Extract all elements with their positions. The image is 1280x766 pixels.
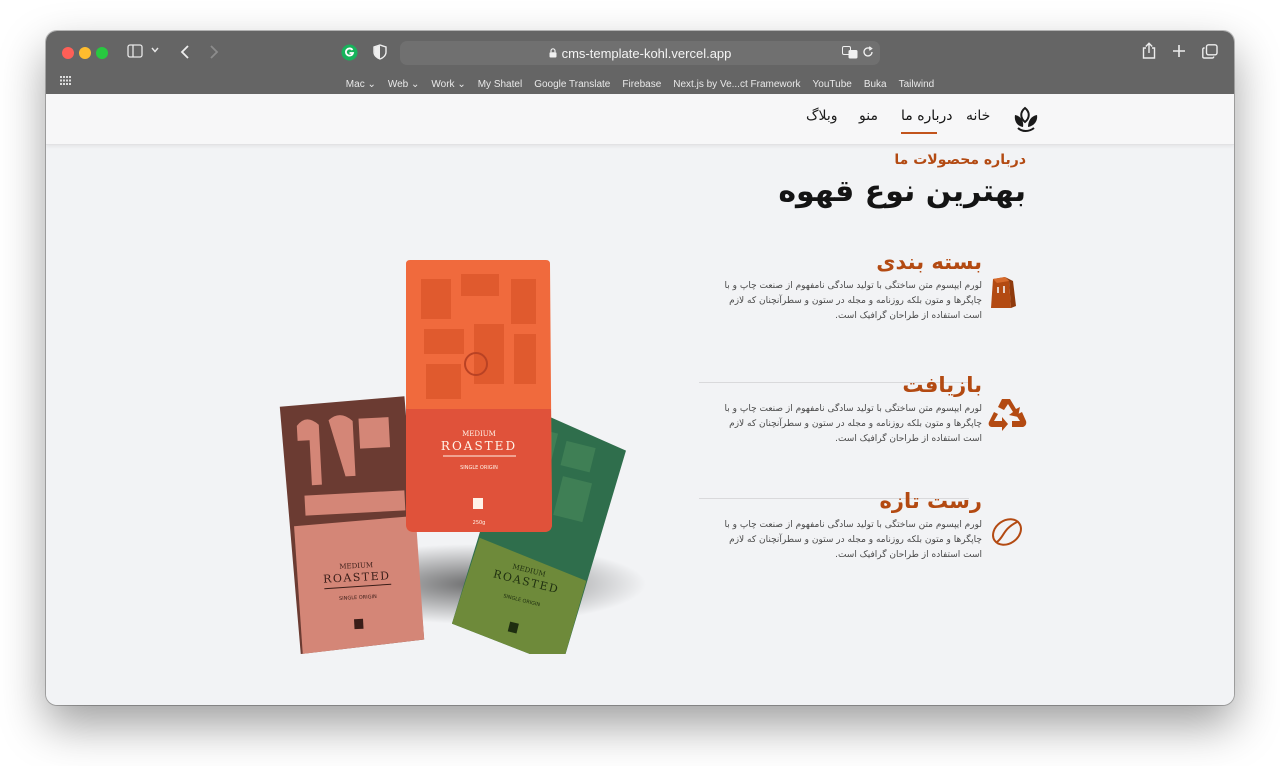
bookmark-my-shatel[interactable]: My Shatel (478, 79, 522, 90)
browser-window: cms-template-kohl.vercel.app Mac ⌄ Web ⌄… (46, 31, 1234, 705)
share-icon[interactable] (1142, 42, 1156, 59)
nav-active-indicator (901, 132, 937, 134)
back-icon[interactable] (180, 44, 190, 60)
nav-menu[interactable]: منو (859, 108, 878, 124)
center-bag-weight: 250g (473, 520, 486, 526)
translate-icon[interactable] (842, 46, 858, 62)
web-page: خانه درباره ما منو وبلاگ درباره محصولات … (46, 94, 1234, 705)
section-eyebrow: درباره محصولات ما (894, 152, 1026, 168)
nav-home[interactable]: خانه (966, 108, 990, 124)
feature-title: بسته بندی (876, 250, 982, 274)
browser-titlebar: cms-template-kohl.vercel.app Mac ⌄ Web ⌄… (46, 31, 1234, 94)
center-bag-line1: MEDIUM (462, 430, 496, 438)
feature-description: لورم ایپسوم متن ساختگی با تولید سادگی نا… (724, 281, 982, 321)
bookmark-firebase[interactable]: Firebase (622, 79, 661, 90)
coffee-bag-icon (987, 275, 1017, 314)
feature-description: لورم ایپسوم متن ساختگی با تولید سادگی نا… (724, 520, 982, 560)
bookmark-mac[interactable]: Mac ⌄ (346, 79, 376, 90)
bookmark-tailwind[interactable]: Tailwind (899, 79, 935, 90)
bookmark-buka[interactable]: Buka (864, 79, 887, 90)
bookmark-web[interactable]: Web ⌄ (388, 79, 420, 90)
close-window-button[interactable] (62, 47, 74, 59)
forward-icon[interactable] (209, 44, 219, 60)
feature-packaging: بسته بندی لورم ایپسوم متن ساختگی با تولی… (682, 247, 982, 324)
chevron-down-icon[interactable] (151, 47, 159, 53)
zoom-window-button[interactable] (96, 47, 108, 59)
bookmarks-bar: Mac ⌄ Web ⌄ Work ⌄ My Shatel Google Tran… (46, 74, 1234, 94)
feature-description: لورم ایپسوم متن ساختگی با تولید سادگی نا… (724, 404, 982, 444)
bookmark-youtube[interactable]: YouTube (813, 79, 852, 90)
nav-blog[interactable]: وبلاگ (806, 108, 838, 124)
feature-title: رست تازه (879, 489, 982, 513)
extension-g-icon[interactable] (341, 44, 358, 61)
tab-overview-icon[interactable] (1202, 44, 1218, 59)
leaves-logo-icon[interactable] (1012, 106, 1040, 137)
nav-about[interactable]: درباره ما (901, 108, 952, 124)
feature-title: بازیافت (902, 373, 982, 397)
section-heading: بهترین نوع قهوه (778, 174, 1026, 209)
coffee-bean-icon (990, 515, 1024, 553)
center-bag-line2: ROASTED (441, 439, 517, 453)
sidebar-toggle-icon[interactable] (127, 44, 143, 58)
address-bar[interactable]: cms-template-kohl.vercel.app (400, 41, 880, 65)
url-text: cms-template-kohl.vercel.app (561, 45, 732, 61)
lock-icon (549, 48, 557, 58)
reload-icon[interactable] (862, 46, 874, 61)
bookmark-nextjs[interactable]: Next.js by Ve...ct Framework (673, 79, 800, 90)
bookmark-work[interactable]: Work ⌄ (431, 79, 465, 90)
coffee-bags-image: MEDIUM ROASTED SINGLE ORIGIN MEDIUM ROAS… (246, 224, 666, 667)
site-navbar: خانه درباره ما منو وبلاگ (46, 94, 1234, 145)
minimize-window-button[interactable] (79, 47, 91, 59)
feature-recycle: بازیافت لورم ایپسوم متن ساختگی با تولید … (682, 370, 982, 447)
feature-fresh-roast: رست تازه لورم ایپسوم متن ساختگی با تولید… (682, 486, 982, 563)
shield-icon[interactable] (373, 44, 387, 60)
bookmark-google-translate[interactable]: Google Translate (534, 79, 610, 90)
recycle-icon (988, 396, 1028, 438)
new-tab-icon[interactable] (1172, 44, 1186, 58)
center-bag-line3: SINGLE ORIGIN (460, 465, 498, 471)
